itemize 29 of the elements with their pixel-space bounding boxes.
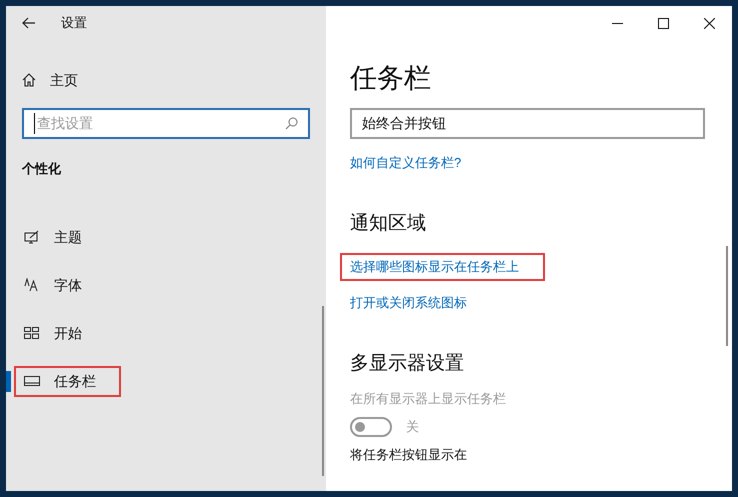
sidebar-item[interactable]: 开始 (16, 320, 88, 346)
search-icon (285, 117, 298, 130)
section-heading: 通知区域 (350, 212, 427, 236)
toggle-state: 关 (406, 418, 419, 436)
back-arrow-icon[interactable] (22, 17, 36, 29)
page-title: 任务栏 (350, 62, 432, 95)
link[interactable]: 选择哪些图标显示在任务栏上 (340, 253, 545, 281)
link[interactable]: 如何自定义任务栏? (350, 151, 462, 175)
sidebar-item[interactable]: 任务栏 (16, 368, 102, 394)
section-heading: 个性化 (21, 160, 62, 178)
maximize-icon (658, 18, 668, 28)
close-icon (704, 18, 714, 28)
combo-box[interactable]: 始终合并按钮 (350, 108, 705, 139)
taskbar-icon (24, 376, 40, 386)
sidebar-item[interactable]: 主题 (16, 224, 88, 250)
minimize-icon (612, 22, 622, 24)
section-heading: 多显示器设置 (350, 352, 465, 376)
monitor-brush-icon (24, 230, 40, 244)
search-box[interactable]: 查找设置 (22, 108, 310, 139)
search-field[interactable]: 查找设置 (34, 113, 285, 134)
link[interactable]: 打开或关闭系统图标 (350, 291, 467, 315)
home-icon (22, 73, 36, 87)
tiles-icon (24, 327, 40, 339)
window-title: 设置 (61, 14, 87, 32)
font-size-icon (24, 278, 40, 292)
home-nav-item[interactable]: 主页 (6, 62, 326, 98)
setting-label: 在所有显示器上显示任务栏 (350, 390, 507, 408)
sidebar-item[interactable]: 字体 (16, 272, 88, 298)
setting-label: 将任务栏按钮显示在 (350, 446, 468, 464)
